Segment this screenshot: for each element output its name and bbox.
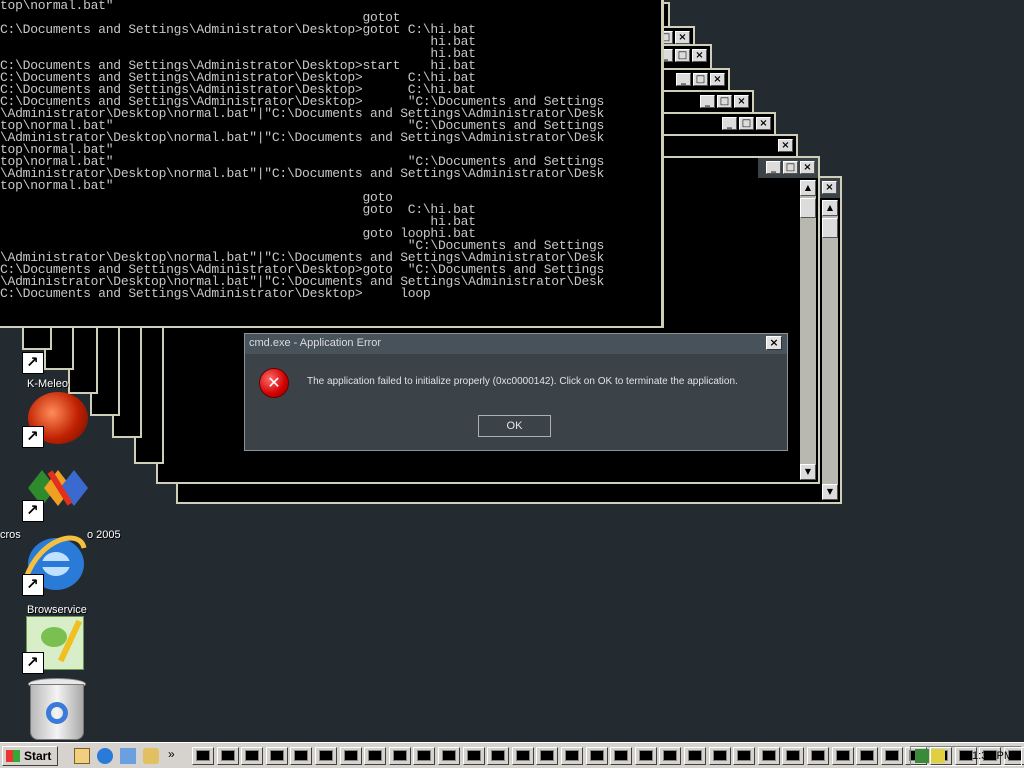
start-button[interactable]: Start [2, 746, 58, 766]
minimize-icon[interactable]: _ [700, 95, 715, 108]
taskbar-task-cmd[interactable] [585, 747, 608, 765]
taskbar-task-cmd[interactable] [265, 747, 288, 765]
taskbar-task-cmd[interactable] [438, 747, 460, 765]
taskbar-task-cmd[interactable] [856, 747, 879, 765]
clock: 1:31 PM [972, 750, 1013, 762]
minimize-icon[interactable]: _ [676, 73, 691, 86]
search-icon[interactable] [143, 748, 159, 764]
tray-app-icon[interactable] [931, 749, 945, 763]
taskbar-task-cmd[interactable] [536, 747, 559, 765]
taskbar-task-cmd[interactable] [462, 747, 485, 765]
desktop-label-vs-left: cros [0, 529, 21, 541]
console-output: top\normal.bat" gotot C:\Documents and S… [0, 0, 605, 301]
taskbar-task-cmd[interactable] [733, 747, 756, 765]
taskbar-task-cmd[interactable] [561, 747, 583, 765]
taskbar-task-cmd[interactable] [192, 747, 214, 765]
close-icon[interactable]: × [734, 95, 749, 108]
console-window[interactable]: top\normal.bat" gotot C:\Documents and S… [0, 0, 664, 328]
windows-flag-icon [6, 750, 20, 762]
scroll-down-icon[interactable]: ▼ [822, 484, 838, 500]
close-icon[interactable]: × [766, 336, 782, 350]
taskbar-task-cmd[interactable] [757, 747, 780, 765]
taskbar-task-cmd[interactable] [831, 747, 854, 765]
taskbar-task-cmd[interactable] [216, 747, 239, 765]
taskbar-task-cmd[interactable] [782, 747, 805, 765]
minimize-icon[interactable]: _ [722, 117, 737, 130]
show-desktop-icon[interactable] [74, 748, 90, 764]
close-icon[interactable]: × [692, 49, 707, 62]
close-icon[interactable]: × [756, 117, 771, 130]
close-icon[interactable]: × [710, 73, 725, 86]
shortcut-arrow-icon [22, 426, 44, 448]
shortcut-arrow-icon [22, 500, 44, 522]
scroll-thumb[interactable] [800, 198, 816, 218]
system-tray: 1:31 PM [910, 746, 1022, 766]
taskbar-task-cmd[interactable] [880, 747, 903, 765]
ok-button[interactable]: OK [478, 415, 551, 437]
taskbar-task-cmd[interactable] [684, 747, 706, 765]
maximize-icon[interactable]: □ [717, 95, 732, 108]
taskbar: Start » 1:31 PM [0, 742, 1024, 768]
internet-explorer-icon[interactable] [97, 748, 113, 764]
desktop-icon-internet-explorer[interactable] [20, 528, 92, 598]
error-icon [259, 368, 289, 398]
desktop-icon-recycle-bin[interactable] [24, 676, 90, 740]
dialog-titlebar[interactable]: cmd.exe - Application Error × [245, 334, 787, 354]
application-error-dialog[interactable]: cmd.exe - Application Error × The applic… [244, 333, 788, 451]
maximize-icon[interactable]: □ [693, 73, 708, 86]
quick-launch-more[interactable]: » [168, 747, 175, 761]
shortcut-arrow-icon [22, 352, 44, 374]
scroll-up-icon[interactable]: ▲ [822, 200, 838, 216]
taskbar-task-cmd[interactable] [487, 747, 510, 765]
close-icon[interactable]: × [778, 139, 793, 152]
maximize-icon[interactable]: □ [675, 49, 690, 62]
taskbar-task-cmd[interactable] [708, 747, 731, 765]
taskbar-task-cmd[interactable] [364, 747, 387, 765]
desktop-icon-kmeleon[interactable] [22, 390, 92, 450]
desktop-label-kmeleon: K-Meleo [27, 378, 68, 390]
taskbar-task-cmd[interactable] [610, 747, 633, 765]
desktop-icon-browservice[interactable] [20, 612, 92, 674]
shortcut-arrow-icon [22, 652, 44, 674]
taskbar-task-cmd[interactable] [388, 747, 411, 765]
console-scrollbar[interactable]: ▲ ▼ [822, 200, 838, 500]
maximize-icon[interactable]: □ [739, 117, 754, 130]
recycle-bin-icon [28, 678, 86, 740]
desktop-label-vs-right: o 2005 [87, 529, 121, 541]
taskbar-task-cmd[interactable] [413, 747, 436, 765]
close-icon[interactable]: × [822, 181, 837, 194]
dialog-message: The application failed to initialize pro… [307, 376, 738, 387]
tray-app-icon[interactable] [915, 749, 929, 763]
close-icon[interactable]: × [675, 31, 690, 44]
start-label: Start [24, 749, 52, 763]
network-icon[interactable] [120, 748, 136, 764]
dialog-title: cmd.exe - Application Error [249, 337, 382, 349]
console-scrollbar[interactable]: ▲ ▼ [800, 180, 816, 480]
taskbar-task-cmd[interactable] [315, 747, 337, 765]
close-icon[interactable]: × [800, 161, 815, 174]
scroll-thumb[interactable] [822, 218, 838, 238]
desktop-label-browservice: Browservice [27, 604, 87, 616]
taskbar-task-cmd[interactable] [634, 747, 657, 765]
desktop-icon-visual-studio[interactable] [20, 462, 92, 522]
taskbar-task-cmd[interactable] [290, 747, 313, 765]
minimize-icon[interactable]: _ [766, 161, 781, 174]
maximize-icon[interactable]: □ [783, 161, 798, 174]
taskbar-task-cmd[interactable] [807, 747, 829, 765]
taskbar-task-cmd[interactable] [659, 747, 682, 765]
scroll-up-icon[interactable]: ▲ [800, 180, 816, 196]
shortcut-arrow-icon [22, 574, 44, 596]
taskbar-task-cmd[interactable] [339, 747, 362, 765]
scroll-down-icon[interactable]: ▼ [800, 464, 816, 480]
taskbar-task-cmd[interactable] [241, 747, 264, 765]
taskbar-task-cmd[interactable] [511, 747, 534, 765]
